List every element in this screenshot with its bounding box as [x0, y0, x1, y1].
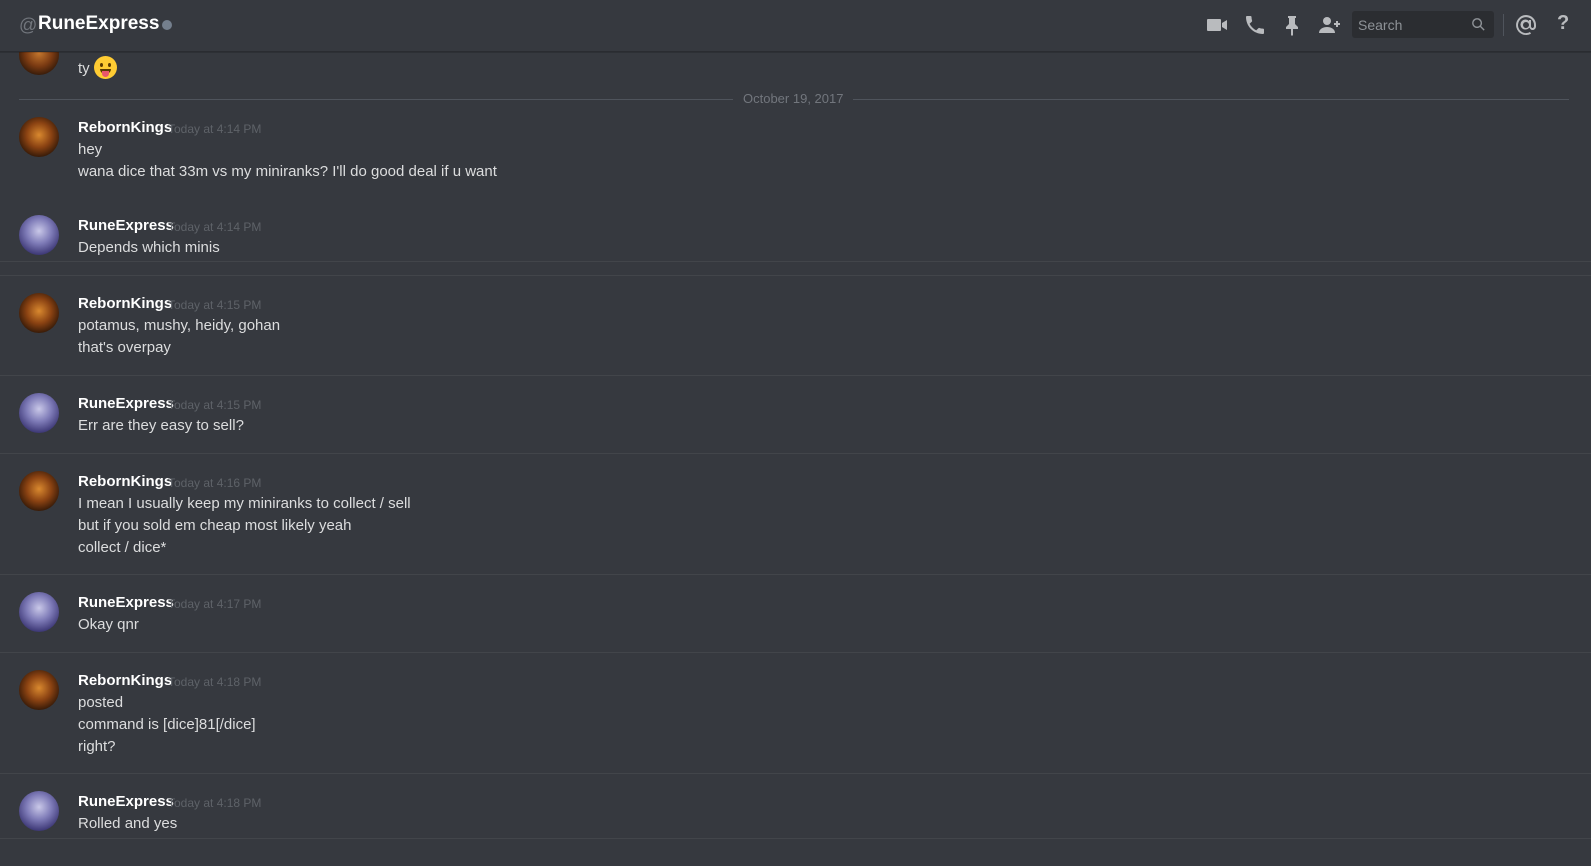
avatar[interactable] — [19, 471, 59, 511]
avatar[interactable] — [19, 117, 59, 157]
message-group: RuneExpress Today at 4:17 PM Okay qnr — [0, 575, 1591, 653]
username[interactable]: RebornKings — [78, 473, 172, 490]
dm-window: @ RuneExpress ? ty — [0, 0, 1591, 866]
date-divider-label: October 19, 2017 — [733, 91, 854, 106]
message-text: collect / dice* — [78, 539, 167, 556]
avatar[interactable] — [19, 592, 59, 632]
stuck-out-tongue-emoji-icon — [94, 56, 117, 79]
pin-icon[interactable] — [1280, 13, 1304, 37]
message-text: Rolled and yes — [78, 815, 178, 832]
message-text: hey — [78, 141, 103, 158]
username[interactable]: RuneExpress — [78, 793, 174, 810]
message-group: RebornKings Today at 4:15 PM potamus, mu… — [0, 276, 1591, 376]
message-text: posted — [78, 694, 124, 711]
search-icon[interactable] — [1470, 16, 1487, 33]
avatar[interactable] — [19, 215, 59, 255]
avatar[interactable] — [19, 393, 59, 433]
avatar[interactable] — [19, 791, 59, 831]
dm-at-icon: @ — [19, 15, 38, 35]
message-list[interactable]: ty October 19, 2017 RebornKings Today at… — [0, 52, 1591, 866]
message-group: RuneExpress Today at 4:15 PM Err are the… — [0, 376, 1591, 454]
message-text: command is [dice]81[/dice] — [78, 716, 256, 733]
username[interactable]: RuneExpress — [78, 395, 174, 412]
search-bar[interactable] — [1352, 11, 1494, 38]
timestamp: Today at 4:14 PM — [168, 122, 262, 136]
message-text: wana dice that 33m vs my miniranks? I'll… — [78, 163, 497, 180]
video-call-icon[interactable] — [1205, 13, 1229, 37]
help-icon[interactable]: ? — [1557, 12, 1569, 35]
timestamp: Today at 4:18 PM — [168, 675, 262, 689]
timestamp: Today at 4:14 PM — [168, 220, 262, 234]
avatar[interactable] — [19, 293, 59, 333]
username[interactable]: RuneExpress — [78, 217, 174, 234]
timestamp: Today at 4:18 PM — [168, 796, 262, 810]
mention-icon[interactable] — [1514, 13, 1538, 37]
timestamp: Today at 4:17 PM — [168, 597, 262, 611]
avatar[interactable] — [19, 670, 59, 710]
username[interactable]: RebornKings — [78, 295, 172, 312]
voice-call-icon[interactable] — [1243, 13, 1267, 37]
message-text: potamus, mushy, heidy, gohan — [78, 317, 281, 334]
message-group: RuneExpress Today at 4:14 PM Depends whi… — [0, 198, 1591, 276]
username[interactable]: RebornKings — [78, 119, 172, 136]
username[interactable]: RuneExpress — [78, 594, 174, 611]
message-text: that's overpay — [78, 339, 171, 356]
message-text: Okay qnr — [78, 616, 139, 633]
channel-header: @ RuneExpress ? — [0, 0, 1591, 52]
message-group: RebornKings Today at 4:18 PM posted comm… — [0, 653, 1591, 774]
timestamp: Today at 4:15 PM — [168, 398, 262, 412]
message-text: ty — [78, 60, 90, 77]
username[interactable]: RebornKings — [78, 672, 172, 689]
message-text: Depends which minis — [78, 239, 220, 256]
message-text: Err are they easy to sell? — [78, 417, 244, 434]
message-group: RuneExpress Today at 4:18 PM Rolled and … — [0, 774, 1591, 839]
add-friend-icon[interactable] — [1317, 13, 1341, 37]
timestamp: Today at 4:16 PM — [168, 476, 262, 490]
search-input[interactable] — [1352, 11, 1468, 38]
channel-title: RuneExpress — [38, 13, 160, 34]
message-text: right? — [78, 738, 116, 755]
message-text: I mean I usually keep my miniranks to co… — [78, 495, 411, 512]
offline-status-indicator — [162, 20, 172, 30]
message-group: RebornKings Today at 4:16 PM I mean I us… — [0, 454, 1591, 575]
header-divider — [1503, 14, 1504, 36]
avatar[interactable] — [19, 52, 59, 75]
timestamp: Today at 4:15 PM — [168, 298, 262, 312]
message-text: but if you sold em cheap most likely yea… — [78, 517, 352, 534]
